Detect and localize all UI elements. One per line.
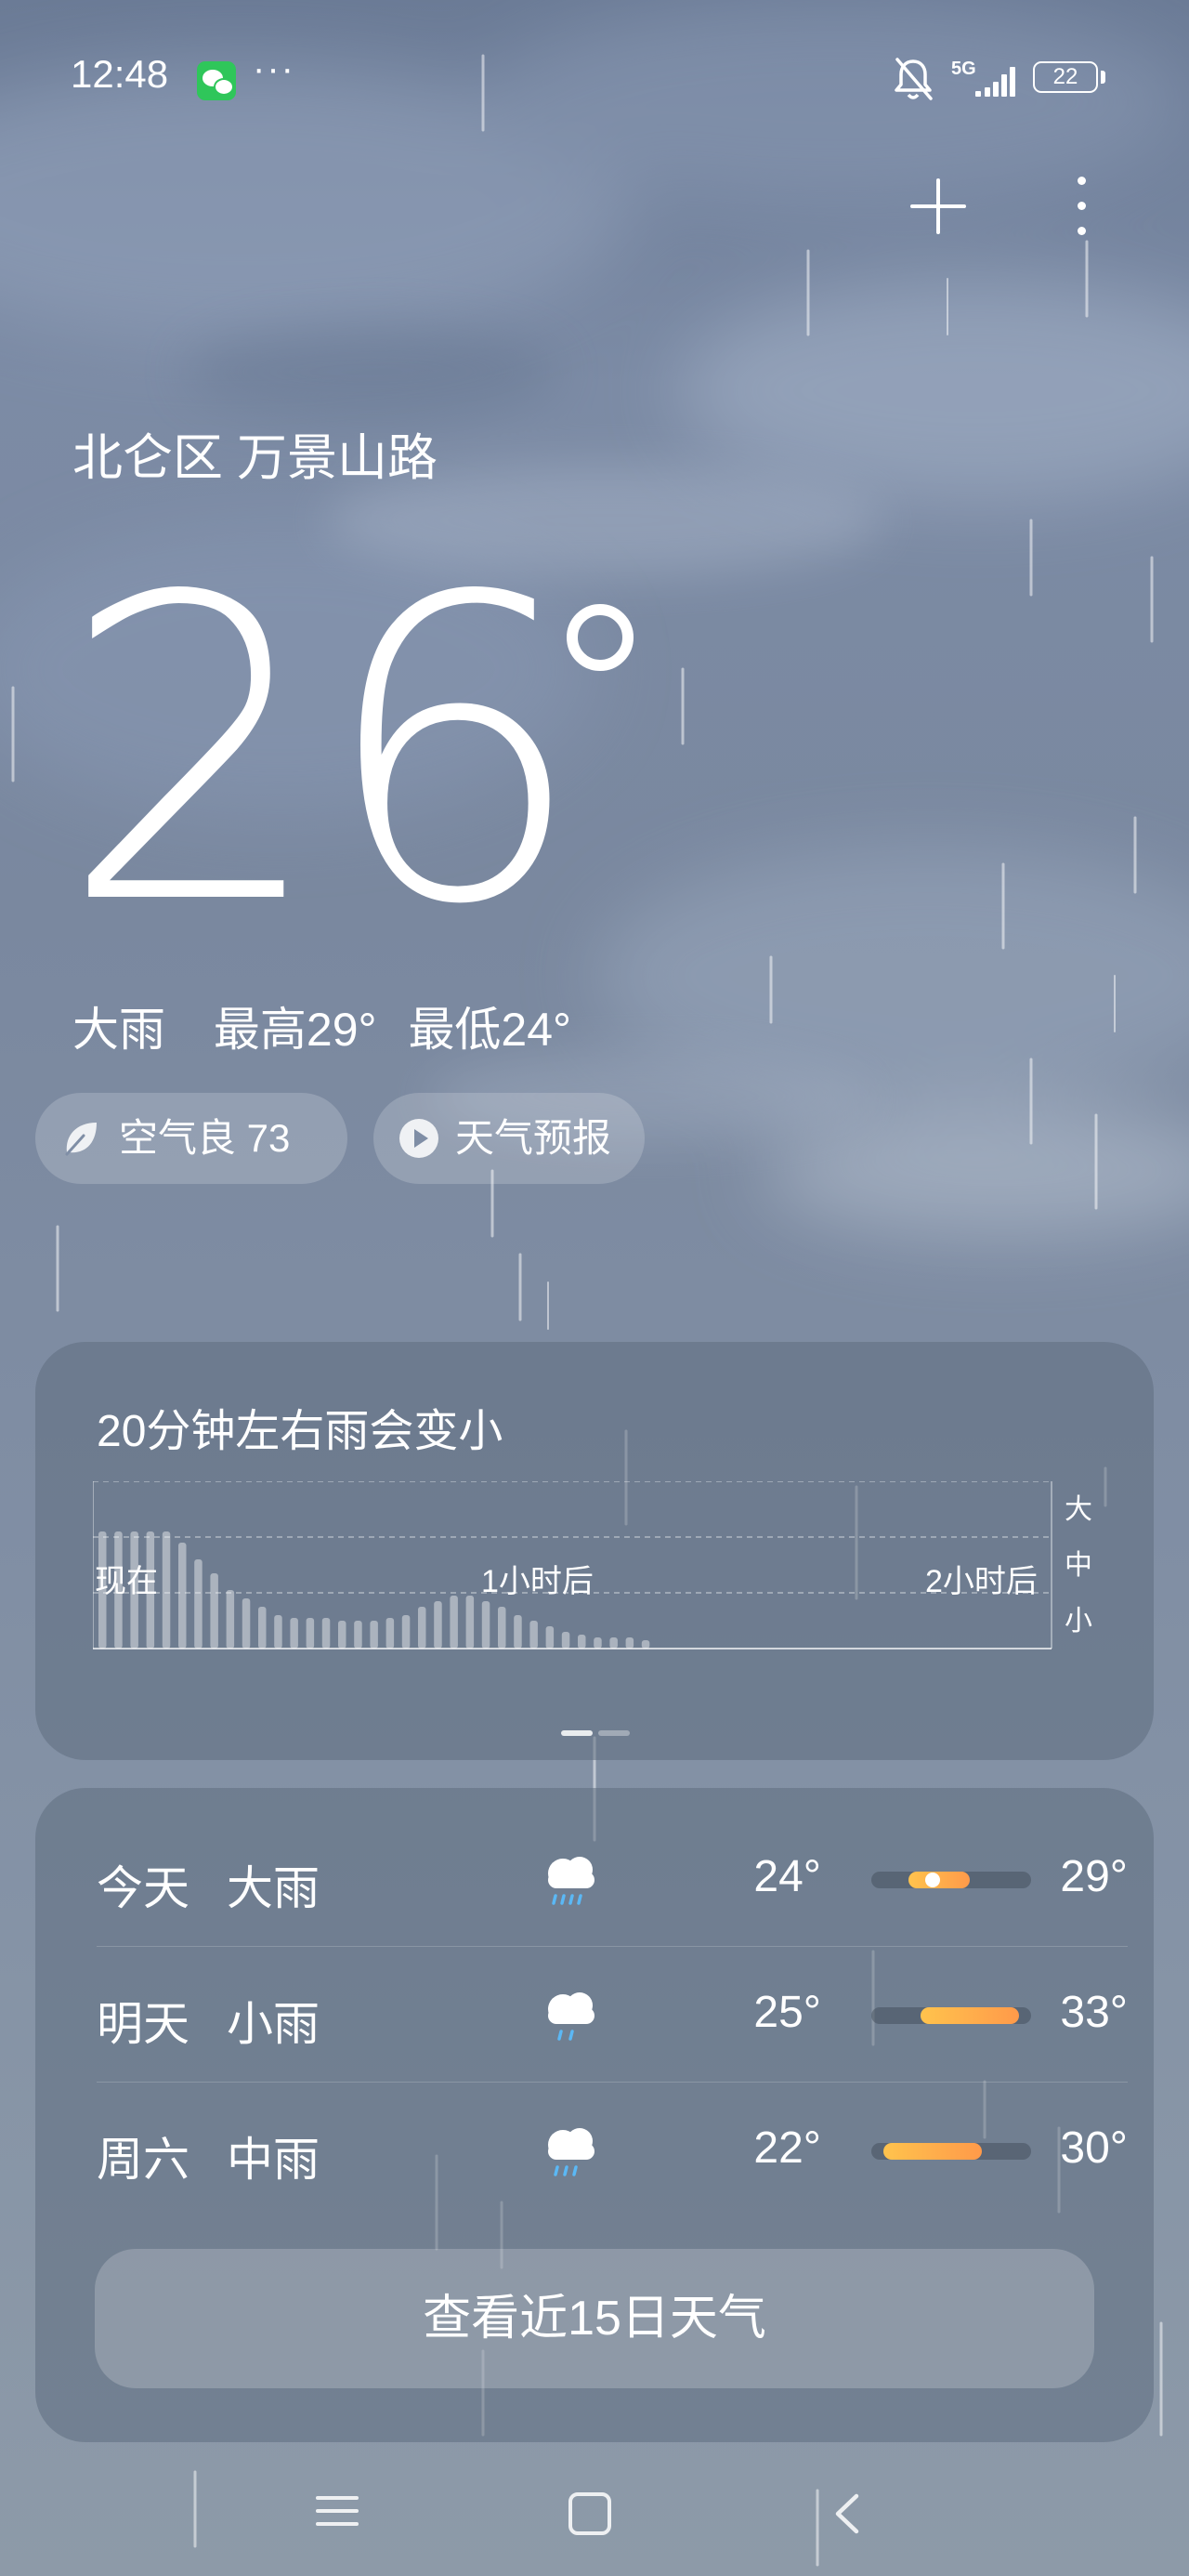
home-icon[interactable] [568, 2492, 611, 2535]
forecast-high: 33° [1060, 1988, 1128, 2037]
precip-bar [609, 1637, 618, 1649]
current-low: 最低24° [408, 1004, 572, 1056]
precipitation-card[interactable]: 20分钟左右雨会变小 大中小 现在 1小时后 2小时后 [35, 1342, 1154, 1760]
weather-video-chip[interactable]: 天气预报 [373, 1093, 645, 1184]
air-quality-chip[interactable]: 空气良 73 [35, 1093, 347, 1184]
heavy-rain-icon [548, 1857, 594, 1905]
precip-bar [226, 1590, 235, 1649]
forecast-day: 今天 [97, 1862, 189, 1914]
chart-y-label: 大 [1065, 1494, 1092, 1525]
precip-bar [434, 1601, 442, 1649]
precip-bar [561, 1632, 570, 1649]
air-quality-label: 空气良 73 [119, 1116, 291, 1160]
precip-bar [450, 1596, 458, 1649]
chart-y-label: 中 [1065, 1550, 1092, 1581]
back-icon[interactable] [827, 2491, 868, 2537]
precip-bar [274, 1615, 282, 1649]
precip-bar [498, 1607, 506, 1649]
plus-icon[interactable] [910, 178, 966, 234]
precip-bar [385, 1618, 395, 1649]
precip-bar [338, 1621, 346, 1649]
current-summary: 大雨 最高29° 最低24° [72, 992, 607, 1059]
precip-bar [578, 1635, 586, 1649]
precip-bar [306, 1618, 315, 1649]
wechat-icon [197, 61, 236, 100]
current-high: 最高29° [213, 1004, 377, 1056]
pager-dot-active [561, 1730, 593, 1736]
view-15-day-button[interactable]: 查看近15日天气 [95, 2249, 1094, 2388]
forecast-row-saturday[interactable]: 周六 中雨 22° 30° [97, 2082, 1128, 2217]
temp-range-fill [883, 2143, 983, 2160]
precip-bar [354, 1621, 362, 1649]
degree-symbol [567, 604, 634, 671]
temp-range-bar [871, 2143, 1031, 2160]
status-bar: 12:48 ··· 5G 22 [0, 0, 1189, 149]
temp-range-bar [871, 1872, 1031, 1888]
forecast-condition: 小雨 [227, 1998, 320, 2050]
precip-bar [321, 1618, 331, 1649]
precip-bar [545, 1626, 555, 1649]
forecast-high: 29° [1060, 1852, 1128, 1901]
precip-bar [178, 1543, 187, 1649]
pager-dot [598, 1730, 630, 1736]
more-vertical-icon[interactable] [1072, 177, 1091, 236]
header-actions [892, 167, 1133, 242]
precip-bar [625, 1637, 634, 1649]
forecast-day: 明天 [97, 1998, 189, 2050]
location-title[interactable]: 北仑区 万景山路 [72, 416, 438, 490]
battery-level: 22 [1052, 64, 1078, 89]
menu-icon[interactable] [316, 2491, 359, 2531]
precip-bar [194, 1559, 203, 1649]
forecast-high: 30° [1060, 2123, 1128, 2173]
precip-bar [418, 1607, 426, 1649]
precip-bar [465, 1596, 475, 1649]
light-rain-icon [548, 1992, 594, 2041]
precip-bar [258, 1607, 267, 1649]
precipitation-title: 20分钟左右雨会变小 [97, 1407, 503, 1456]
temp-range-bar [871, 2007, 1031, 2024]
current-condition: 大雨 [72, 1004, 165, 1056]
precip-bar [162, 1531, 171, 1649]
chart-x-label-now: 现在 [95, 1564, 158, 1599]
weather-video-label: 天气预报 [455, 1116, 612, 1160]
forecast-condition: 大雨 [227, 1862, 320, 1914]
precip-bar [641, 1640, 650, 1649]
chart-x-label-1h: 1小时后 [481, 1564, 594, 1599]
play-icon [399, 1119, 438, 1158]
forecast-condition: 中雨 [227, 2134, 320, 2186]
precip-bar [290, 1618, 298, 1649]
system-nav-bar [0, 2453, 1189, 2576]
precip-bar [242, 1598, 251, 1649]
chart-y-label: 小 [1065, 1606, 1092, 1636]
chart-x-label-2h: 2小时后 [925, 1564, 1038, 1599]
precip-bar [481, 1601, 490, 1649]
forecast-row-today[interactable]: 今天 大雨 24° 29° [97, 1810, 1128, 1946]
precip-bar [514, 1615, 522, 1649]
bell-muted-icon [895, 58, 933, 100]
current-temperature: 26 [59, 509, 586, 996]
precip-bar [370, 1621, 378, 1649]
forecast-day: 周六 [97, 2134, 189, 2186]
network-type: 5G [951, 59, 976, 79]
forecast-card: 今天 大雨 24° 29° 明天 小雨 25° 33° 周六 中雨 22° 30… [35, 1788, 1154, 2442]
precip-bar [594, 1637, 602, 1649]
battery-icon: 22 [1033, 61, 1107, 97]
temp-range-fill [920, 2007, 1019, 2024]
forecast-low: 24° [753, 1852, 821, 1901]
leaf-icon [65, 1123, 97, 1156]
more-notifications-indicator: ··· [253, 48, 295, 89]
status-time: 12:48 [71, 52, 169, 96]
forecast-row-tomorrow[interactable]: 明天 小雨 25° 33° [97, 1946, 1128, 2082]
moderate-rain-icon [548, 2128, 594, 2176]
precip-bar [210, 1573, 218, 1649]
forecast-low: 25° [753, 1988, 821, 2037]
signal-icon: 5G [951, 59, 1015, 97]
card-pager [561, 1730, 635, 1736]
precip-bar [401, 1615, 411, 1649]
forecast-low: 22° [753, 2123, 821, 2173]
precip-bar [529, 1621, 538, 1649]
